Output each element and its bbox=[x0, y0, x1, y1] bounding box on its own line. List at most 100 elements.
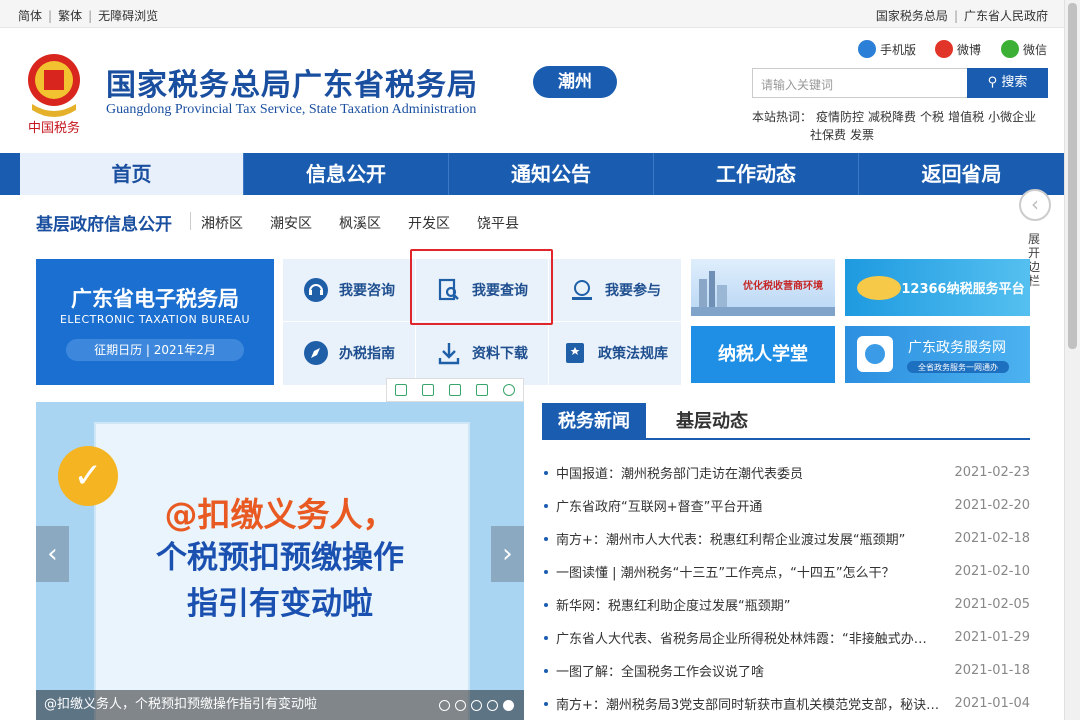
hot-word[interactable]: 增值税 bbox=[948, 110, 984, 124]
download-icon bbox=[438, 343, 460, 365]
slide-line-3: 指引有变动啦 bbox=[187, 586, 373, 622]
download-service[interactable]: 资料下载 bbox=[416, 322, 548, 384]
compass-icon bbox=[304, 341, 328, 365]
chevron-left-icon: ‹ bbox=[47, 539, 58, 569]
weibo-link[interactable]: 微博 bbox=[935, 40, 981, 58]
carousel-dot[interactable] bbox=[471, 700, 482, 711]
district-link-kaifa[interactable]: 开发区 bbox=[408, 213, 450, 233]
share-icon[interactable] bbox=[476, 384, 489, 396]
expand-icon[interactable] bbox=[421, 384, 434, 396]
bookmark-icon[interactable] bbox=[394, 384, 407, 396]
search-button[interactable]: ⚲ 搜索 bbox=[967, 68, 1048, 98]
bullet bbox=[544, 635, 548, 640]
news-date: 2021-01-29 bbox=[954, 630, 1030, 645]
hot-word[interactable]: 社保费 bbox=[810, 128, 846, 142]
simplified-link[interactable]: 简体 bbox=[18, 9, 42, 23]
chevron-left-icon: ‹ bbox=[1031, 192, 1039, 216]
nav-info-disclosure[interactable]: 信息公开 bbox=[244, 153, 449, 195]
wechat-link[interactable]: 微信 bbox=[1001, 40, 1047, 58]
svg-text:广东政务服务网: 广东政务服务网 bbox=[908, 340, 1006, 356]
news-item[interactable]: 中国报道：潮州税务部门走访在潮代表委员 2021-02-23 bbox=[542, 456, 1030, 489]
news-date: 2021-01-04 bbox=[954, 696, 1030, 711]
news-title[interactable]: 广东省政府“互联网+督查”平台开通 bbox=[556, 496, 950, 515]
gd-gov-link[interactable]: 广东省人民政府 bbox=[964, 9, 1048, 23]
carousel-prev-button[interactable]: ‹ bbox=[36, 526, 69, 582]
12366-service-banner[interactable]: 12366纳税服务平台 bbox=[845, 259, 1030, 316]
city-skyline-illustration: 优化税收营商环境 bbox=[691, 271, 835, 316]
gd-gov-banner-art: 广东政务服务网 全省政务服务一网通办 bbox=[857, 336, 1009, 373]
hot-word[interactable]: 发票 bbox=[850, 128, 874, 142]
traditional-link[interactable]: 繁体 bbox=[58, 9, 82, 23]
consult-service[interactable]: 我要咨询 bbox=[283, 259, 415, 321]
local-disclosure-title: 基层政府信息公开 bbox=[36, 215, 172, 235]
tax-calendar-badge[interactable]: 征期日历 | 2021年2月 bbox=[66, 339, 244, 361]
bullet bbox=[544, 701, 548, 706]
news-title[interactable]: 中国报道：潮州税务部门走访在潮代表委员 bbox=[556, 463, 950, 482]
language-links: 简体 | 繁体 | 无障碍浏览 bbox=[18, 9, 159, 23]
news-title[interactable]: 南方+：潮州税务局3党支部同时斩获市直机关模范党支部，秘诀… bbox=[556, 694, 950, 713]
news-item[interactable]: 广东省政府“互联网+督查”平台开通 2021-02-20 bbox=[542, 489, 1030, 522]
etax-subtitle: ELECTRONIC TAXATION BUREAU bbox=[59, 313, 251, 326]
carousel-dot[interactable] bbox=[455, 700, 466, 711]
news-item[interactable]: 广东省人大代表、省税务局企业所得税处林炜霞：“非接触式办… 2021-01-29 bbox=[542, 621, 1030, 654]
guide-service[interactable]: 办税指南 bbox=[283, 322, 415, 384]
slide-line-1: @扣缴义务人， bbox=[164, 495, 396, 534]
mobile-link[interactable]: 手机版 bbox=[858, 40, 916, 58]
external-links: 国家税务总局 | 广东省人民政府 bbox=[875, 9, 1048, 23]
district-link-xiangqiao[interactable]: 湘桥区 bbox=[201, 213, 243, 233]
news-item[interactable]: 一图读懂 | 潮州税务“十三五”工作亮点，“十四五”怎么干？ 2021-02-10 bbox=[542, 555, 1030, 588]
settings-icon[interactable] bbox=[503, 384, 516, 396]
news-title[interactable]: 一图读懂 | 潮州税务“十三五”工作亮点，“十四五”怎么干？ bbox=[556, 562, 950, 581]
site-title: 国家税务总局广东省税务局 bbox=[106, 68, 478, 103]
carousel-dots bbox=[439, 700, 514, 711]
gd-gov-service-banner[interactable]: 广东政务服务网 全省政务服务一网通办 bbox=[845, 326, 1030, 383]
tab-local-news[interactable]: 基层动态 bbox=[660, 403, 764, 440]
sta-link[interactable]: 国家税务总局 bbox=[876, 9, 948, 23]
news-title[interactable]: 一图了解：全国税务工作会议说了啥 bbox=[556, 661, 950, 680]
site-subtitle: Guangdong Provincial Tax Service, State … bbox=[106, 102, 477, 117]
district-link-fengxi[interactable]: 枫溪区 bbox=[339, 213, 381, 233]
city-badge[interactable]: 潮州 bbox=[533, 66, 617, 98]
hot-words-label: 本站热词： bbox=[752, 110, 813, 124]
news-item[interactable]: 新华网：税惠红利助企度过发展“瓶颈期” 2021-02-05 bbox=[542, 588, 1030, 621]
participate-service[interactable]: 我要参与 bbox=[549, 259, 681, 321]
expand-sidebar-label[interactable]: 展开边栏 bbox=[1028, 232, 1042, 288]
news-carousel[interactable]: ✓ @扣缴义务人， 个税预扣预缴操作 指引有变动啦 ‹ › @扣缴义务人，个税预… bbox=[36, 402, 524, 720]
carousel-dot[interactable] bbox=[439, 700, 450, 711]
nav-home[interactable]: 首页 bbox=[20, 153, 244, 195]
taxpayer-school-banner[interactable]: 纳税人学堂 bbox=[691, 326, 835, 383]
scrollbar-thumb[interactable] bbox=[1068, 3, 1077, 349]
news-item[interactable]: 一图了解：全国税务工作会议说了啥 2021-01-18 bbox=[542, 654, 1030, 687]
hot-word[interactable]: 个税 bbox=[920, 110, 944, 124]
etax-bureau-card[interactable]: 广东省电子税务局 ELECTRONIC TAXATION BUREAU 征期日历… bbox=[36, 259, 274, 385]
expand-sidebar-button[interactable]: ‹ bbox=[1019, 189, 1051, 221]
news-title[interactable]: 广东省人大代表、省税务局企业所得税处林炜霞：“非接触式办… bbox=[556, 628, 950, 647]
policy-library-service[interactable]: 政策法规库 bbox=[549, 322, 681, 384]
district-link-raoping[interactable]: 饶平县 bbox=[477, 213, 519, 233]
business-environment-banner[interactable]: 优化税收营商环境 bbox=[691, 259, 835, 316]
news-title[interactable]: 南方+：潮州市人大代表：税惠红利帮企业渡过发展“瓶颈期” bbox=[556, 529, 950, 548]
hot-word[interactable]: 疫情防控 bbox=[816, 110, 864, 124]
news-date: 2021-02-20 bbox=[954, 498, 1030, 513]
chevron-right-icon: › bbox=[502, 539, 513, 569]
news-item[interactable]: 南方+：潮州税务局3党支部同时斩获市直机关模范党支部，秘诀… 2021-01-04 bbox=[542, 687, 1030, 720]
news-item[interactable]: 南方+：潮州市人大代表：税惠红利帮企业渡过发展“瓶颈期” 2021-02-18 bbox=[542, 522, 1030, 555]
carousel-dot-active[interactable] bbox=[503, 700, 514, 711]
hot-word[interactable]: 小微企业 bbox=[988, 110, 1036, 124]
page-scrollbar[interactable] bbox=[1064, 0, 1080, 720]
search-input[interactable]: 请输入关键词 bbox=[752, 68, 968, 98]
carousel-dot[interactable] bbox=[487, 700, 498, 711]
search-icon: ⚲ bbox=[987, 75, 1002, 90]
tab-tax-news[interactable]: 税务新闻 bbox=[542, 403, 646, 440]
carousel-next-button[interactable]: › bbox=[491, 526, 524, 582]
local-links: 湘桥区 潮安区 枫溪区 开发区 饶平县 bbox=[201, 213, 519, 233]
hot-word[interactable]: 减税降费 bbox=[868, 110, 916, 124]
nav-notices[interactable]: 通知公告 bbox=[449, 153, 654, 195]
accessibility-link[interactable]: 无障碍浏览 bbox=[98, 9, 158, 23]
nav-work-news[interactable]: 工作动态 bbox=[654, 153, 859, 195]
district-link-chaoan[interactable]: 潮安区 bbox=[270, 213, 312, 233]
bullet bbox=[544, 668, 548, 673]
share-toolbar bbox=[386, 378, 524, 402]
news-title[interactable]: 新华网：税惠红利助企度过发展“瓶颈期” bbox=[556, 595, 950, 614]
copy-icon[interactable] bbox=[448, 384, 461, 396]
